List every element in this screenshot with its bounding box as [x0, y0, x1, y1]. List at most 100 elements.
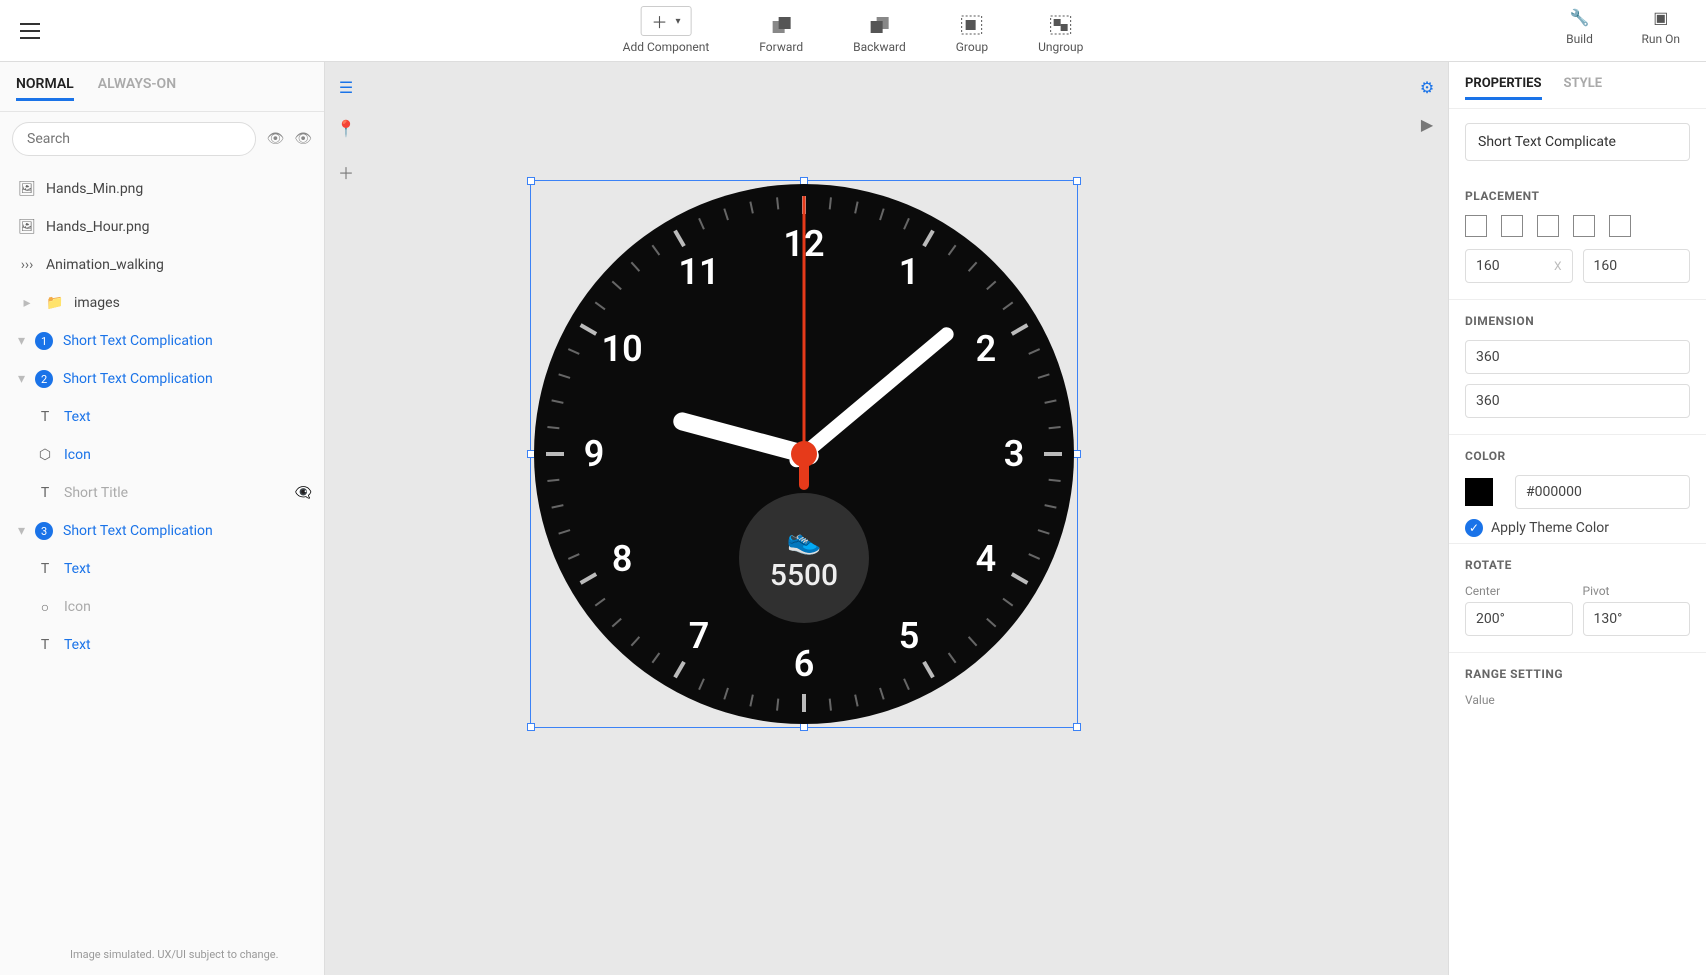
visibility-toggle2-icon[interactable]: 👁	[294, 131, 312, 147]
forward-label: Forward	[759, 40, 803, 54]
add-component-button[interactable]: ＋ ▾ Add Component	[617, 4, 716, 56]
layer-comp3-icon[interactable]: ○Icon	[0, 588, 324, 626]
layer-complication-2[interactable]: ▾2Short Text Complication	[0, 360, 324, 398]
range-value-label: Value	[1465, 693, 1690, 707]
badge-2: 2	[35, 370, 53, 388]
backward-icon	[865, 14, 893, 36]
image-icon: 🖼	[18, 219, 36, 235]
resize-handle-se[interactable]	[1073, 723, 1081, 731]
chevron-down-icon: ▾	[18, 371, 25, 387]
layer-comp3-text1[interactable]: TText	[0, 550, 324, 588]
add-icon[interactable]: ＋	[338, 160, 354, 184]
group-icon	[958, 14, 986, 36]
resize-handle-sw[interactable]	[527, 723, 535, 731]
forward-button[interactable]: Forward	[753, 12, 809, 56]
steps-complication[interactable]: 👟 5500	[739, 493, 869, 623]
circle-icon: ○	[36, 599, 54, 616]
tick	[546, 452, 564, 456]
numeral-2: 2	[976, 328, 997, 370]
width-input[interactable]: 360	[1465, 340, 1690, 374]
backward-button[interactable]: Backward	[847, 12, 912, 56]
rotate-title: ROTATE	[1465, 558, 1690, 572]
range-section: RANGE SETTING Value	[1449, 653, 1706, 717]
align-right-icon[interactable]	[1537, 215, 1559, 237]
build-button[interactable]: 🔧 Build	[1560, 4, 1600, 48]
tab-properties[interactable]: PROPERTIES	[1465, 76, 1542, 100]
group-button[interactable]: Group	[950, 12, 994, 56]
checkbox-checked-icon[interactable]: ✓	[1465, 519, 1483, 537]
align-top-icon[interactable]	[1573, 215, 1595, 237]
disclaimer-text: Image simulated. UX/UI subject to change…	[0, 940, 324, 975]
sliders-icon[interactable]: ⚙	[1420, 78, 1434, 97]
resize-handle-s[interactable]	[800, 723, 808, 731]
run-on-label: Run On	[1642, 32, 1681, 46]
visibility-toggle-icon[interactable]: 👁	[266, 131, 284, 147]
layer-images-folder[interactable]: ▸📁images	[0, 284, 324, 322]
rotate-pivot-input[interactable]: 130°	[1583, 602, 1691, 636]
search-input[interactable]	[12, 122, 256, 156]
tick	[580, 572, 598, 584]
tick	[631, 636, 641, 646]
pin-icon[interactable]: 📍	[336, 119, 356, 138]
color-swatch[interactable]	[1465, 478, 1493, 506]
resize-handle-nw[interactable]	[527, 177, 535, 185]
tick	[948, 652, 957, 663]
dimension-section: DIMENSION 360 360	[1449, 300, 1706, 435]
align-center-h-icon[interactable]	[1501, 215, 1523, 237]
tick	[1038, 373, 1050, 379]
align-left-icon[interactable]	[1465, 215, 1487, 237]
layer-comp2-short-title[interactable]: TShort Title👁‍🗨	[0, 474, 324, 512]
backward-label: Backward	[853, 40, 906, 54]
selection-bounds[interactable]: 121234567891011 👟 5500	[530, 180, 1078, 728]
layer-animation-walking[interactable]: ›››Animation_walking	[0, 246, 324, 284]
layers-icon[interactable]: ☰	[339, 78, 353, 97]
height-input[interactable]: 360	[1465, 384, 1690, 418]
tick	[673, 661, 685, 679]
play-icon[interactable]: ▶	[1421, 115, 1433, 134]
layer-complication-3[interactable]: ▾3Short Text Complication	[0, 512, 324, 550]
layer-comp2-text[interactable]: TText	[0, 398, 324, 436]
tick	[968, 636, 978, 646]
layer-hands-hour[interactable]: 🖼Hands_Hour.png	[0, 208, 324, 246]
placement-x-input[interactable]: 160X	[1465, 249, 1573, 283]
canvas-area[interactable]: 121234567891011 👟 5500	[367, 62, 1406, 975]
chevron-down-icon: ▾	[18, 523, 25, 539]
tick	[802, 694, 806, 712]
resize-handle-e[interactable]	[1073, 450, 1081, 458]
ungroup-button[interactable]: Ungroup	[1032, 12, 1089, 56]
align-middle-icon[interactable]	[1609, 215, 1631, 237]
menu-icon[interactable]	[20, 23, 40, 39]
wrench-icon: 🔧	[1566, 6, 1594, 28]
layer-comp2-icon[interactable]: ⬡Icon	[0, 436, 324, 474]
chevron-right-icon: ▸	[18, 295, 36, 311]
text-icon: T	[36, 561, 54, 577]
build-label: Build	[1566, 32, 1593, 46]
tab-always-on[interactable]: ALWAYS-ON	[98, 76, 176, 101]
numeral-4: 4	[976, 538, 997, 580]
rotate-center-input[interactable]: 200°	[1465, 602, 1573, 636]
tick	[749, 694, 753, 706]
element-name-input[interactable]: Short Text Complicate	[1465, 123, 1690, 161]
tick	[1049, 479, 1061, 482]
second-hand[interactable]	[803, 196, 806, 454]
tab-normal[interactable]: NORMAL	[16, 76, 74, 101]
watchface[interactable]: 121234567891011 👟 5500	[534, 184, 1074, 724]
steps-value: 5500	[770, 558, 838, 593]
animation-icon: ›››	[18, 257, 36, 273]
resize-handle-ne[interactable]	[1073, 177, 1081, 185]
placement-y-input[interactable]: 160	[1583, 249, 1691, 283]
hidden-icon[interactable]: 👁‍🗨	[295, 485, 312, 501]
layer-comp3-text2[interactable]: TText	[0, 626, 324, 664]
run-on-button[interactable]: ▣ Run On	[1636, 4, 1687, 48]
layer-hands-min[interactable]: 🖼Hands_Min.png	[0, 170, 324, 208]
tick	[612, 618, 622, 628]
tick	[776, 699, 779, 711]
color-hex-input[interactable]: #000000	[1515, 475, 1690, 509]
forward-icon	[767, 14, 795, 36]
apply-theme-label: Apply Theme Color	[1491, 520, 1609, 536]
tick	[551, 399, 563, 403]
layer-complication-1[interactable]: ▾1Short Text Complication	[0, 322, 324, 360]
tick	[652, 245, 661, 256]
tick	[723, 688, 729, 700]
tab-style[interactable]: STYLE	[1564, 76, 1603, 100]
